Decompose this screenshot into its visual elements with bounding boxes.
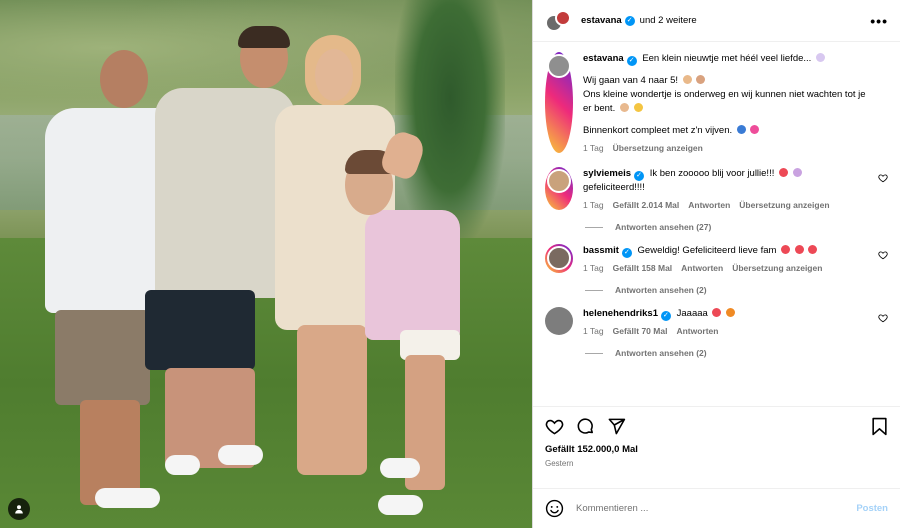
comment-time: 1 Tag xyxy=(583,200,604,210)
header-username[interactable]: estavana xyxy=(581,15,622,26)
view-replies-label: Antworten ansehen (27) xyxy=(615,222,712,232)
heart-emoji-icon xyxy=(712,308,722,317)
avatar[interactable] xyxy=(545,167,573,210)
comment-likes[interactable]: Gefällt 2.014 Mal xyxy=(613,200,680,210)
fire-emoji-icon xyxy=(726,308,736,317)
caption-time: 1 Tag xyxy=(583,143,604,153)
avatar[interactable] xyxy=(545,244,573,273)
post-caption: estavana ✓ Een klein nieuwtje met héél ve… xyxy=(545,52,888,153)
comment-reply-button[interactable]: Antworten xyxy=(681,263,723,273)
verified-badge-icon: ✓ xyxy=(621,248,632,258)
heart-emoji-icon xyxy=(779,168,788,177)
comments-feed[interactable]: estavana ✓ Een klein nieuwtje met héél ve… xyxy=(533,42,900,406)
comment-item: bassmit ✓ Geweldig! Gefeliciteerd lieve f… xyxy=(545,244,888,273)
comment-text: Jaaaaa xyxy=(676,308,708,319)
post-actions: Gefällt 152.000,0 Mal Gestern xyxy=(533,406,900,488)
comment-username[interactable]: helenehendriks1 xyxy=(583,308,658,319)
comment-like-icon[interactable] xyxy=(878,313,888,323)
comment-time: 1 Tag xyxy=(583,326,604,336)
comment-input-bar: Kommentieren ... Posten xyxy=(533,488,900,528)
user-tag-icon[interactable] xyxy=(8,498,30,520)
post-modal: estavana ✓ und 2 weitere ••• estavana ✓ E… xyxy=(0,0,900,528)
comment-like-icon[interactable] xyxy=(878,250,888,260)
divider xyxy=(585,226,603,228)
comment-text: Geweldig! Gefeliciteerd lieve fam xyxy=(637,245,777,256)
hand-emoji-icon xyxy=(696,75,706,84)
caption-username[interactable]: estavana xyxy=(583,53,624,64)
comment-likes[interactable]: Gefällt 70 Mal xyxy=(613,326,668,336)
comment-item: sylviemeis ✓ Ik ben zooooo blij voor jull… xyxy=(545,167,888,210)
avatar[interactable] xyxy=(545,52,573,153)
comment-translate-link[interactable]: Übersetzung anzeigen xyxy=(739,200,829,210)
bookmark-icon[interactable] xyxy=(871,417,888,436)
caption-line1: Een klein nieuwtje met héél veel liefde.… xyxy=(642,53,812,64)
sparkles-emoji-icon xyxy=(633,103,643,112)
photo-person-young-man xyxy=(145,26,295,508)
heart-emoji-icon xyxy=(794,245,804,254)
heart-emoji-icon xyxy=(808,245,818,254)
caption-line4: Binnenkort compleet met z'n vijven. xyxy=(583,125,733,136)
post-comment-button[interactable]: Posten xyxy=(856,503,888,514)
heart-emoji-icon xyxy=(815,53,825,62)
caption-line2: Wij gaan van 4 naar 5! xyxy=(583,75,679,86)
comment-text-continued: gefeliciteerd!!!! xyxy=(583,182,645,193)
comment-likes[interactable]: Gefällt 158 Mal xyxy=(613,263,673,273)
divider xyxy=(585,352,603,354)
comment-time: 1 Tag xyxy=(583,263,604,273)
comment-text: Ik ben zooooo blij voor jullie!!! xyxy=(649,168,775,179)
view-replies-button[interactable]: Antworten ansehen (27) xyxy=(585,222,888,232)
photo-person-girl xyxy=(345,150,465,510)
pinch-emoji-icon xyxy=(619,103,629,112)
caption-translate-link[interactable]: Übersetzung anzeigen xyxy=(613,143,703,153)
comment-translate-link[interactable]: Übersetzung anzeigen xyxy=(732,263,822,273)
hand-emoji-icon xyxy=(682,75,692,84)
post-side-panel: estavana ✓ und 2 weitere ••• estavana ✓ E… xyxy=(532,0,900,528)
comment-reply-button[interactable]: Antworten xyxy=(676,326,718,336)
comment-item: helenehendriks1 ✓ Jaaaaa 1 Tag Gefällt 70… xyxy=(545,307,888,336)
view-replies-label: Antworten ansehen (2) xyxy=(615,285,707,295)
heart-icon[interactable] xyxy=(545,417,564,436)
view-replies-button[interactable]: Antworten ansehen (2) xyxy=(585,348,888,358)
post-header: estavana ✓ und 2 weitere ••• xyxy=(533,0,900,42)
comment-input[interactable]: Kommentieren ... xyxy=(576,503,856,514)
emoji-icon[interactable] xyxy=(545,499,564,518)
photo-shoe xyxy=(218,445,263,465)
verified-badge-icon: ✓ xyxy=(634,171,645,181)
comment-username[interactable]: sylviemeis xyxy=(583,168,631,179)
avatar[interactable] xyxy=(545,307,573,335)
photo-shoe xyxy=(378,495,423,515)
more-options-icon[interactable]: ••• xyxy=(870,13,888,29)
header-collaborators[interactable]: und 2 weitere xyxy=(640,15,697,26)
pink-heart-emoji-icon xyxy=(750,125,760,134)
photo-shoe xyxy=(380,458,420,478)
verified-badge-icon: ✓ xyxy=(660,311,671,321)
post-photo[interactable] xyxy=(0,0,532,528)
view-replies-button[interactable]: Antworten ansehen (2) xyxy=(585,285,888,295)
comment-reply-button[interactable]: Antworten xyxy=(688,200,730,210)
verified-badge-icon: ✓ xyxy=(626,56,637,66)
comment-icon[interactable] xyxy=(576,417,595,436)
pray-emoji-icon xyxy=(792,168,802,177)
divider xyxy=(585,289,603,291)
share-icon[interactable] xyxy=(607,417,626,436)
view-replies-label: Antworten ansehen (2) xyxy=(615,348,707,358)
heart-emoji-icon xyxy=(781,245,791,254)
photo-shoe xyxy=(95,488,160,508)
post-like-count[interactable]: Gefällt 152.000,0 Mal xyxy=(545,444,888,455)
comment-username[interactable]: bassmit xyxy=(583,245,619,256)
collab-avatars[interactable] xyxy=(545,9,575,32)
photo-shoe xyxy=(165,455,200,475)
comment-like-icon[interactable] xyxy=(878,173,888,183)
blue-heart-emoji-icon xyxy=(736,125,746,134)
verified-badge-icon: ✓ xyxy=(624,15,635,26)
post-date[interactable]: Gestern xyxy=(545,459,888,468)
